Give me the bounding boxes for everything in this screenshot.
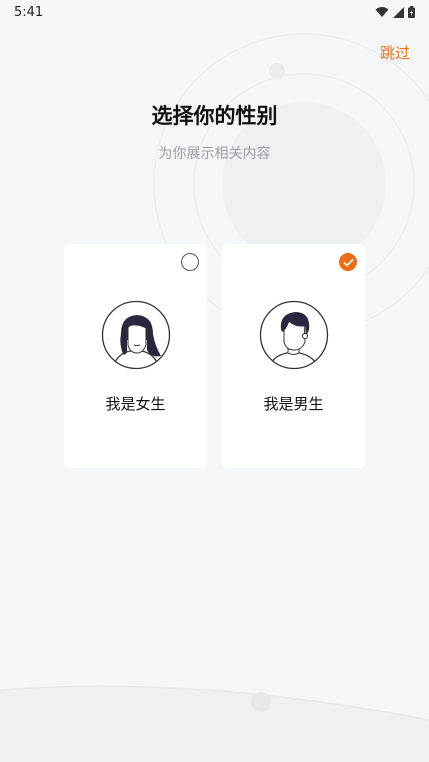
checkmark-icon [342, 258, 354, 267]
status-icons [375, 6, 415, 18]
male-avatar-icon [259, 300, 329, 370]
status-bar: 5:41 [0, 0, 429, 24]
radio-unchecked-icon[interactable] [181, 253, 199, 271]
gender-option-female[interactable]: 我是女生 [64, 244, 207, 468]
signal-icon [393, 6, 404, 18]
page-subtitle: 为你展示相关内容 [158, 146, 271, 162]
gender-option-male[interactable]: 我是男生 [222, 244, 365, 468]
wifi-icon [375, 7, 389, 17]
page-title: 选择你的性别 [151, 104, 278, 128]
battery-icon [408, 6, 415, 18]
radio-checked-icon[interactable] [339, 253, 357, 271]
skip-button[interactable]: 跳过 [380, 42, 410, 63]
status-time: 5:41 [14, 4, 44, 20]
female-avatar-icon [101, 300, 171, 370]
male-option-label: 我是男生 [263, 395, 324, 413]
female-option-label: 我是女生 [105, 395, 166, 413]
